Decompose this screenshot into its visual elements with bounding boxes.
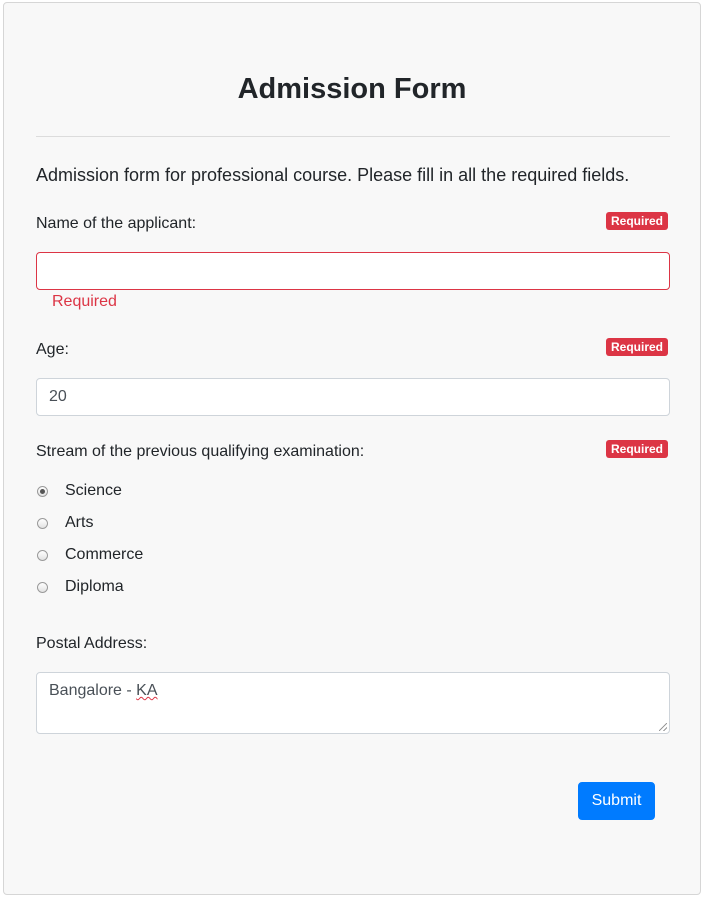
form-intro: Admission form for professional course. …	[36, 165, 630, 185]
name-input[interactable]	[36, 252, 670, 290]
stream-label: Stream of the previous qualifying examin…	[36, 443, 365, 460]
age-label: Age:	[36, 341, 69, 358]
stream-option-arts[interactable]: Arts	[36, 512, 93, 534]
commerce-radio-label: Commerce	[65, 546, 144, 563]
arts-radio-label: Arts	[65, 514, 94, 531]
science-radio[interactable]	[37, 485, 48, 497]
address-misspelled-word: KA	[136, 682, 158, 699]
age-required-badge: Required	[605, 338, 668, 356]
diploma-radio-label: Diploma	[65, 578, 124, 595]
name-required-badge: Required	[605, 212, 668, 230]
address-textarea[interactable]: Bangalore - KA	[36, 672, 670, 734]
stream-required-badge: Required	[605, 440, 668, 458]
commerce-radio[interactable]	[37, 549, 48, 561]
submit-button[interactable]: Submit	[578, 782, 655, 820]
stream-option-commerce[interactable]: Commerce	[36, 544, 143, 566]
age-input[interactable]	[36, 378, 670, 416]
name-label: Name of the applicant:	[36, 215, 197, 232]
admission-form-card: Admission Form Admission form for profes…	[3, 2, 701, 895]
form-title: Admission Form	[237, 73, 467, 105]
resize-grip-icon[interactable]	[659, 723, 667, 731]
arts-radio[interactable]	[37, 517, 48, 529]
title-divider	[36, 136, 670, 137]
name-error-message: Required	[52, 293, 117, 310]
address-label: Postal Address:	[36, 635, 148, 652]
science-radio-label: Science	[65, 482, 122, 499]
diploma-radio[interactable]	[37, 581, 48, 593]
stream-option-science[interactable]: Science	[36, 480, 122, 502]
address-text: Bangalore -	[49, 682, 137, 699]
stream-option-diploma[interactable]: Diploma	[36, 576, 124, 598]
